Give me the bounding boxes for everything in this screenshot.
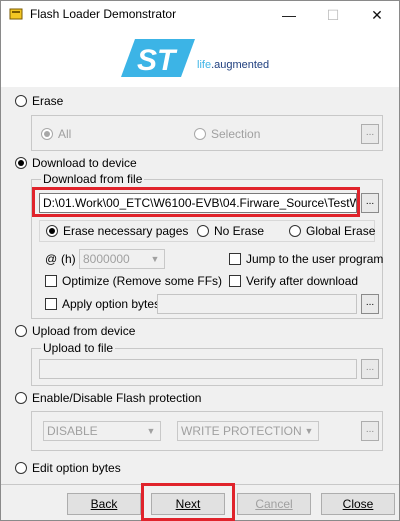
protection-label: Enable/Disable Flash protection xyxy=(32,391,202,405)
protection-type-value: WRITE PROTECTION xyxy=(181,424,302,438)
upload-label: Upload from device xyxy=(32,324,136,338)
close-button-label: Close xyxy=(342,497,374,511)
maximize-button[interactable]: ☐ xyxy=(311,1,355,29)
upload-group-title: Upload to file xyxy=(41,341,116,355)
logo-banner: ST life.augmented xyxy=(1,29,399,87)
address-at-label: @ xyxy=(45,252,58,266)
verify-label: Verify after download xyxy=(246,274,359,288)
jump-checkbox[interactable] xyxy=(229,253,241,265)
erase-necessary-label: Erase necessary pages xyxy=(63,224,189,238)
back-button[interactable]: Back xyxy=(67,493,141,515)
erase-selection-radio[interactable] xyxy=(194,128,206,140)
app-icon xyxy=(9,7,23,24)
erase-all-radio[interactable] xyxy=(41,128,53,140)
title-bar: Flash Loader Demonstrator — ☐ ✕ xyxy=(1,1,399,29)
erase-necessary-radio[interactable] xyxy=(46,225,58,237)
file-path-highlight xyxy=(32,187,360,217)
cancel-button[interactable]: Cancel xyxy=(237,493,311,515)
back-button-label: Back xyxy=(90,497,118,511)
download-label: Download to device xyxy=(32,156,137,170)
protection-mode-combo[interactable]: DISABLE ▼ xyxy=(43,421,161,441)
edit-option-bytes-radio[interactable] xyxy=(15,462,27,474)
next-button-highlight xyxy=(141,483,235,521)
chevron-down-icon: ▼ xyxy=(304,426,314,436)
no-erase-radio[interactable] xyxy=(197,225,209,237)
apply-option-bytes-label: Apply option bytes xyxy=(62,297,161,311)
minimize-button[interactable]: — xyxy=(267,1,311,29)
st-logo-icon: ST xyxy=(121,39,195,77)
cancel-button-label: Cancel xyxy=(255,497,293,511)
close-window-button[interactable]: ✕ xyxy=(355,1,399,29)
window-title: Flash Loader Demonstrator xyxy=(30,7,177,21)
chevron-down-icon: ▼ xyxy=(150,254,160,264)
edit-option-bytes-label: Edit option bytes xyxy=(32,461,121,475)
erase-group xyxy=(31,115,383,151)
protection-radio[interactable] xyxy=(15,392,27,404)
upload-browse-button[interactable]: ... xyxy=(361,359,379,379)
jump-label: Jump to the user program xyxy=(246,252,384,266)
chevron-down-icon: ▼ xyxy=(146,426,156,436)
protection-type-combo[interactable]: WRITE PROTECTION ▼ xyxy=(177,421,319,441)
protection-mode-value: DISABLE xyxy=(47,424,98,438)
verify-checkbox[interactable] xyxy=(229,275,241,287)
protection-browse-button[interactable]: ... xyxy=(361,421,379,441)
option-bytes-browse-button[interactable]: ... xyxy=(361,294,379,314)
erase-all-label: All xyxy=(58,127,72,141)
address-combo[interactable]: 8000000 ▼ xyxy=(79,249,165,269)
global-erase-label: Global Erase xyxy=(306,224,376,238)
erase-selection-label: Selection xyxy=(211,127,261,141)
logo-tagline: life.augmented xyxy=(197,59,270,71)
global-erase-radio[interactable] xyxy=(289,225,301,237)
download-browse-button[interactable]: ... xyxy=(361,193,379,213)
download-group-title: Download from file xyxy=(41,172,145,186)
optimize-label: Optimize (Remove some FFs) xyxy=(62,274,223,288)
apply-option-bytes-checkbox[interactable] xyxy=(45,298,57,310)
upload-radio[interactable] xyxy=(15,325,27,337)
address-hex-label: (h) xyxy=(61,252,76,266)
no-erase-label: No Erase xyxy=(214,224,265,238)
erase-browse-button[interactable]: ... xyxy=(361,124,379,144)
optimize-checkbox[interactable] xyxy=(45,275,57,287)
upload-file-path-input[interactable] xyxy=(39,359,357,379)
option-bytes-file-input[interactable] xyxy=(157,294,357,314)
erase-label: Erase xyxy=(32,94,64,108)
flash-loader-window: Flash Loader Demonstrator — ☐ ✕ ST life.… xyxy=(0,0,400,521)
erase-radio[interactable] xyxy=(15,95,27,107)
address-value: 8000000 xyxy=(83,252,130,266)
close-button[interactable]: Close xyxy=(321,493,395,515)
download-radio[interactable] xyxy=(15,157,27,169)
svg-text:ST: ST xyxy=(137,44,178,77)
